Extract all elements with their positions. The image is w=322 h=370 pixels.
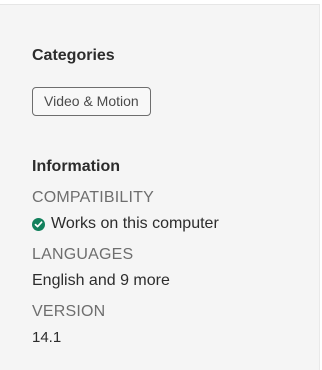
languages-value: English and 9 more — [32, 272, 170, 289]
languages-label: LANGUAGES — [32, 246, 134, 263]
version-value: 14.1 — [32, 329, 62, 346]
compatibility-label: COMPATIBILITY — [32, 189, 155, 206]
compatibility-status: Works on this computer — [32, 214, 219, 234]
version-label: VERSION — [32, 303, 106, 320]
check-circle-icon — [32, 217, 45, 231]
categories-heading: Categories — [32, 47, 115, 64]
information-heading: Information — [32, 158, 120, 175]
app-details-panel: Categories Video & Motion Information CO… — [0, 4, 320, 370]
compatibility-value: Works on this computer — [51, 215, 219, 232]
category-tag-video-motion[interactable]: Video & Motion — [32, 87, 151, 116]
